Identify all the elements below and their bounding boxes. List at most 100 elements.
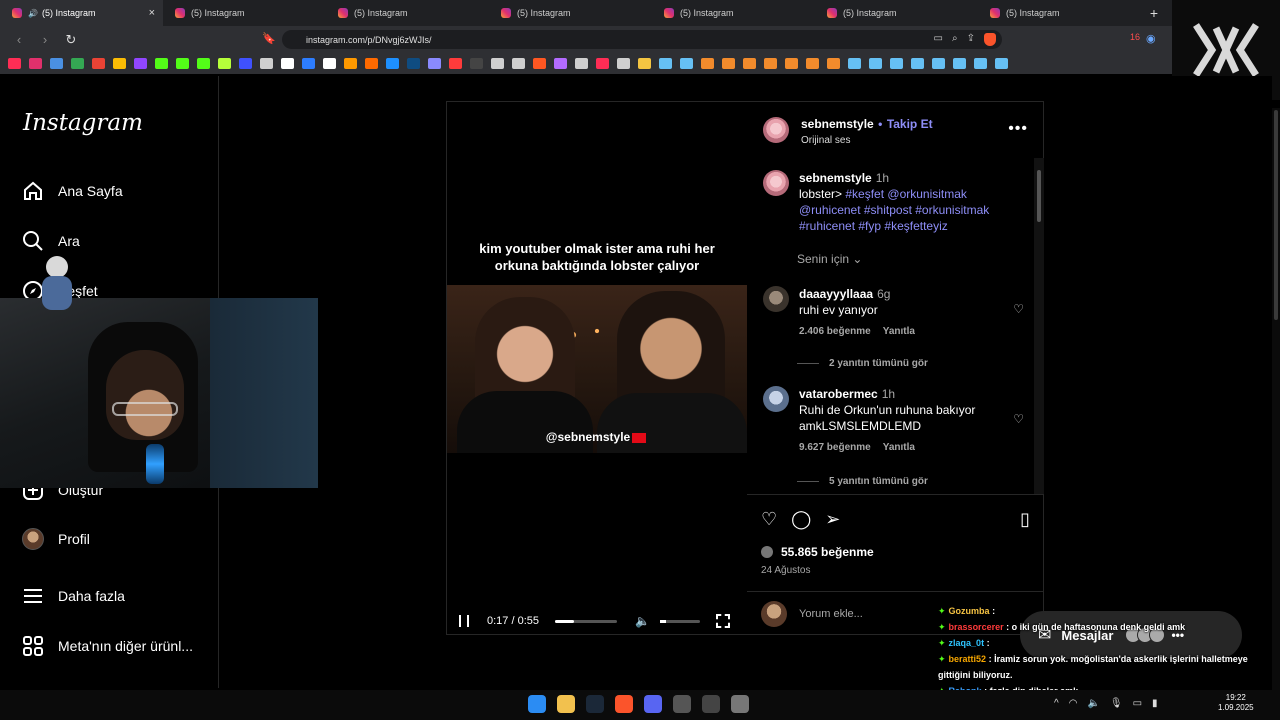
- steam-bookmark-icon[interactable]: [659, 58, 672, 69]
- steam-bookmark-icon[interactable]: [890, 58, 903, 69]
- share-icon[interactable]: ➢: [825, 509, 840, 530]
- follow-button[interactable]: Takip Et: [887, 117, 933, 131]
- view-replies-button[interactable]: 2 yanıtın tümünü gör: [797, 358, 928, 369]
- bookmark-icon[interactable]: [428, 58, 441, 69]
- speaker-icon[interactable]: 🔊: [28, 9, 38, 18]
- bookmark-icon[interactable]: [281, 58, 294, 69]
- sidebar-item-more[interactable]: Daha fazla: [22, 585, 125, 607]
- steam-bookmark-icon[interactable]: [848, 58, 861, 69]
- brave-shields-icon[interactable]: [984, 33, 996, 46]
- sort-dropdown[interactable]: Senin için ⌄: [797, 252, 862, 266]
- like-comment-icon[interactable]: ♡: [1013, 412, 1024, 426]
- like-comment-icon[interactable]: ♡: [1013, 302, 1024, 316]
- app-icon[interactable]: [673, 695, 691, 713]
- mic-icon[interactable]: 🎙: [1110, 698, 1123, 709]
- like-count[interactable]: 55.865 beğenme: [761, 545, 874, 559]
- bookmark-icon[interactable]: [365, 58, 378, 69]
- obs-icon[interactable]: [702, 695, 720, 713]
- bookmark-icon[interactable]: [218, 58, 231, 69]
- bookmark-icon[interactable]: [575, 58, 588, 69]
- bookmark-page-icon[interactable]: 🔖: [262, 32, 276, 45]
- bookmark-icon[interactable]: [722, 58, 735, 69]
- browser-tab[interactable]: (5) Instagram: [326, 0, 489, 26]
- audio-label[interactable]: Orijinal ses: [801, 135, 933, 146]
- save-bookmark-icon[interactable]: ▯: [1020, 509, 1030, 530]
- address-bar[interactable]: instagram.com/p/DNvgj6zWJIs/ ▭ ⌕ ⇪: [282, 30, 1002, 49]
- view-replies-button[interactable]: 5 yanıtın tümünü gör: [797, 476, 928, 487]
- volume-icon[interactable]: 🔈: [635, 614, 650, 628]
- bookmark-icon[interactable]: [806, 58, 819, 69]
- scrollbar-thumb[interactable]: [1037, 170, 1041, 222]
- pause-icon[interactable]: [459, 615, 469, 627]
- app-icon[interactable]: [731, 695, 749, 713]
- bookmark-icon[interactable]: [8, 58, 21, 69]
- bookmark-icon[interactable]: [50, 58, 63, 69]
- start-icon[interactable]: [528, 695, 546, 713]
- bookmark-icon[interactable]: [533, 58, 546, 69]
- close-tab-icon[interactable]: ×: [149, 7, 155, 19]
- steam-bookmark-icon[interactable]: [995, 58, 1008, 69]
- bookmark-icon[interactable]: [260, 58, 273, 69]
- battery-icon[interactable]: ▮: [1152, 698, 1158, 709]
- seek-bar[interactable]: [555, 619, 617, 623]
- bookmark-icon[interactable]: [554, 58, 567, 69]
- steam-bookmark-icon[interactable]: [869, 58, 882, 69]
- bookmark-icon[interactable]: [134, 58, 147, 69]
- bookmark-icon[interactable]: [323, 58, 336, 69]
- extension-badge[interactable]: 16: [1130, 32, 1140, 45]
- sidebar-item-meta[interactable]: Meta'nın diğer ürünl...: [22, 635, 193, 657]
- display-icon[interactable]: ▭: [1133, 698, 1142, 709]
- comment-likes[interactable]: 2.406 beğenme: [799, 326, 871, 337]
- steam-bookmark-icon[interactable]: [953, 58, 966, 69]
- bookmark-icon[interactable]: [344, 58, 357, 69]
- wallet-icon[interactable]: ◉: [1146, 32, 1156, 45]
- steam-bookmark-icon[interactable]: [911, 58, 924, 69]
- bookmark-icon[interactable]: [470, 58, 483, 69]
- reply-button[interactable]: Yanıtla: [883, 442, 915, 453]
- clock[interactable]: 19:22 1.09.2025: [1218, 693, 1254, 713]
- steam-bookmark-icon[interactable]: [974, 58, 987, 69]
- bookmark-icon[interactable]: [512, 58, 525, 69]
- back-icon[interactable]: ‹: [12, 32, 26, 47]
- browser-tab[interactable]: (5) Instagram: [815, 0, 978, 26]
- like-icon[interactable]: ♡: [761, 509, 777, 530]
- reply-button[interactable]: Yanıtla: [883, 326, 915, 337]
- bookmark-icon[interactable]: [491, 58, 504, 69]
- bookmark-icon[interactable]: [155, 58, 168, 69]
- author-avatar[interactable]: [763, 170, 789, 196]
- sidebar-item-profile[interactable]: Profil: [22, 528, 90, 550]
- comments-scrollbar[interactable]: [1034, 158, 1044, 494]
- browser-tab[interactable]: (5) Instagram: [652, 0, 815, 26]
- bookmark-icon[interactable]: [407, 58, 420, 69]
- page-scrollbar-thumb[interactable]: [1274, 110, 1278, 320]
- volume-icon[interactable]: 🔈: [1087, 698, 1099, 709]
- bookmark-icon[interactable]: [827, 58, 840, 69]
- commenter-avatar[interactable]: [763, 386, 789, 412]
- bookmark-icon[interactable]: [743, 58, 756, 69]
- cast-icon[interactable]: ▭: [934, 33, 943, 46]
- instagram-logo[interactable]: Instagram: [23, 110, 143, 136]
- brave-icon[interactable]: [615, 695, 633, 713]
- browser-tab[interactable]: (5) Instagram: [489, 0, 652, 26]
- comment-likes[interactable]: 9.627 beğenme: [799, 442, 871, 453]
- chevron-up-icon[interactable]: ^: [1054, 698, 1059, 709]
- bookmark-folder-icon[interactable]: [638, 58, 651, 69]
- bookmark-icon[interactable]: [785, 58, 798, 69]
- bookmark-icon[interactable]: [701, 58, 714, 69]
- author-avatar[interactable]: [763, 117, 789, 143]
- sidebar-item-home[interactable]: Ana Sayfa: [22, 180, 123, 202]
- fullscreen-icon[interactable]: [715, 614, 730, 628]
- comment-username[interactable]: vatarobermec: [799, 387, 878, 401]
- bookmark-icon[interactable]: [764, 58, 777, 69]
- browser-tab[interactable]: 🔊 (5) Instagram ×: [0, 0, 163, 26]
- forward-icon[interactable]: ›: [38, 32, 52, 47]
- bookmark-icon[interactable]: [113, 58, 126, 69]
- browser-tab[interactable]: (5) Instagram: [163, 0, 326, 26]
- wifi-icon[interactable]: ◠: [1069, 698, 1078, 709]
- bookmark-icon[interactable]: [596, 58, 609, 69]
- steam-bookmark-icon[interactable]: [680, 58, 693, 69]
- steam-icon[interactable]: [586, 695, 604, 713]
- caption-username[interactable]: sebnemstyle: [799, 171, 872, 185]
- file-explorer-icon[interactable]: [557, 695, 575, 713]
- browser-tab[interactable]: (5) Instagram: [978, 0, 1141, 26]
